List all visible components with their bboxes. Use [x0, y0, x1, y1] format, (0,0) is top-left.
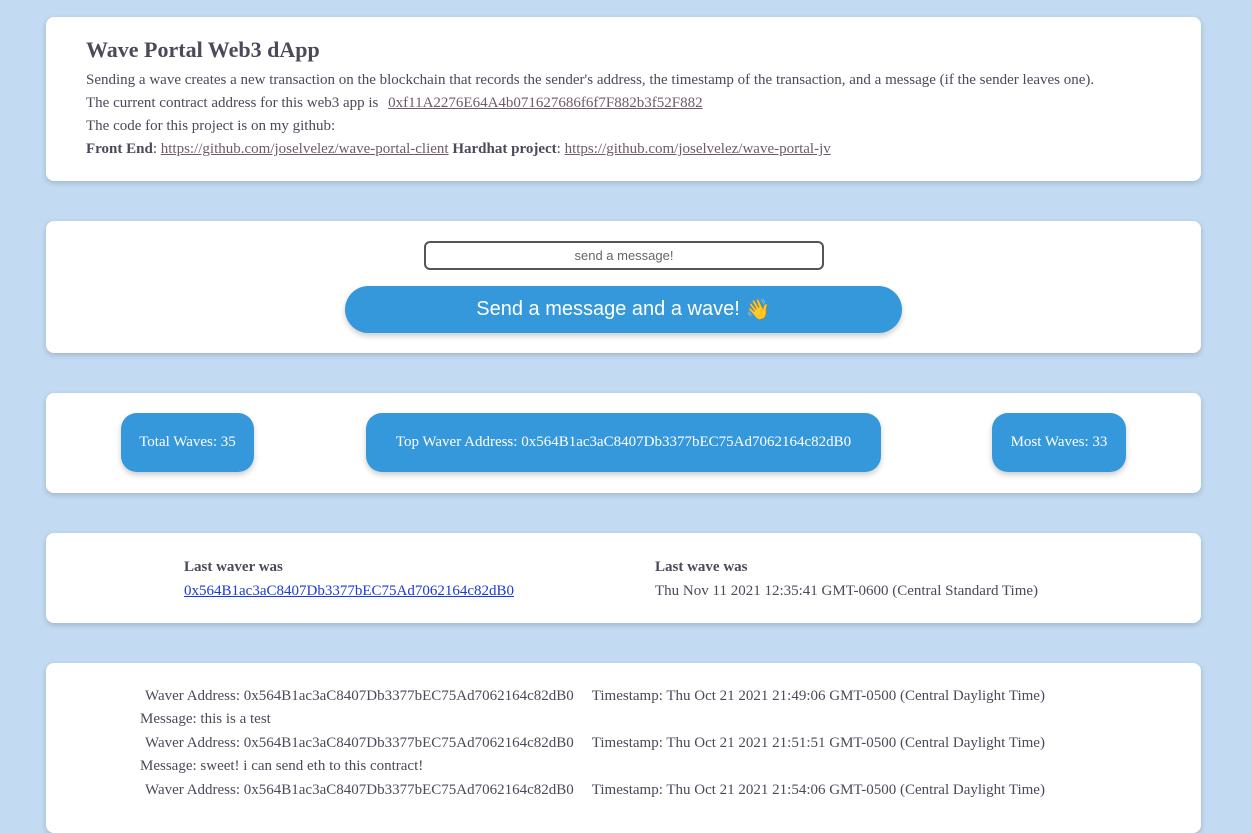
- github-links: Front End: https://github.com/joselvelez…: [86, 141, 831, 157]
- contract-address-link[interactable]: 0xf11A2276E64A4b071627686f6f7F882b3f52F8…: [388, 95, 702, 111]
- front-end-link[interactable]: https://github.com/joselvelez/wave-porta…: [161, 141, 449, 157]
- hardhat-link[interactable]: https://github.com/joselvelez/wave-porta…: [565, 141, 831, 157]
- send-wave-button[interactable]: Send a message and a wave! 👋: [345, 286, 902, 333]
- wave-timestamp: Timestamp: Thu Oct 21 2021 21:54:06 GMT-…: [591, 782, 1045, 798]
- wave-timestamp: Timestamp: Thu Oct 21 2021 21:51:51 GMT-…: [591, 735, 1045, 751]
- last-wave-time: Thu Nov 11 2021 12:35:41 GMT-0600 (Centr…: [655, 583, 1039, 599]
- last-wave-section: Last wave was Thu Nov 11 2021 12:35:41 G…: [655, 555, 1038, 603]
- front-end-label: Front End: [86, 141, 153, 157]
- stats-card: Total Waves: 35 Top Waver Address: 0x564…: [46, 393, 1201, 493]
- contract-line: The current contract address for this we…: [86, 92, 1201, 115]
- waver-address: Waver Address: 0x564B1ac3aC8407Db3377bEC…: [145, 688, 574, 704]
- send-wave-label: Send a message and a wave!: [476, 298, 740, 320]
- code-text: The code for this project is on my githu…: [86, 118, 336, 134]
- hardhat-label: Hardhat project: [452, 141, 557, 157]
- waver-address: Waver Address: 0x564B1ac3aC8407Db3377bEC…: [145, 735, 574, 751]
- waving-hand-icon: 👋: [745, 299, 771, 321]
- most-waves-badge: Most Waves: 33: [992, 413, 1126, 472]
- total-waves-badge: Total Waves: 35: [121, 413, 254, 472]
- list-item: Waver Address: 0x564B1ac3aC8407Db3377bEC…: [140, 732, 1045, 755]
- top-waver-badge: Top Waver Address: 0x564B1ac3aC8407Db337…: [366, 413, 881, 472]
- wave-message: Message: sweet! i can send eth to this c…: [140, 758, 424, 774]
- page-title: Wave Portal Web3 dApp: [86, 37, 320, 62]
- waver-address: Waver Address: 0x564B1ac3aC8407Db3377bEC…: [145, 782, 574, 798]
- list-item: Waver Address: 0x564B1ac3aC8407Db3377bEC…: [140, 685, 1045, 708]
- message-input[interactable]: [424, 241, 824, 270]
- wave-timestamp: Timestamp: Thu Oct 21 2021 21:49:06 GMT-…: [591, 688, 1045, 704]
- app-description: Sending a wave creates a new transaction…: [86, 72, 1095, 88]
- send-card: Send a message and a wave! 👋: [46, 221, 1201, 353]
- list-item: Waver Address: 0x564B1ac3aC8407Db3377bEC…: [140, 779, 1045, 802]
- last-wave-label: Last wave was: [655, 559, 748, 575]
- wave-message: Message: this is a test: [140, 711, 271, 727]
- last-waver-label: Last waver was: [184, 559, 283, 575]
- contract-prefix: The current contract address for this we…: [86, 95, 379, 111]
- intro-card: Wave Portal Web3 dApp Sending a wave cre…: [46, 17, 1201, 181]
- last-waver-address-link[interactable]: 0x564B1ac3aC8407Db3377bEC75Ad7062164c82d…: [184, 583, 514, 599]
- last-waver-section: Last waver was 0x564B1ac3aC8407Db3377bEC…: [184, 555, 514, 603]
- last-wave-card: Last waver was 0x564B1ac3aC8407Db3377bEC…: [46, 533, 1201, 623]
